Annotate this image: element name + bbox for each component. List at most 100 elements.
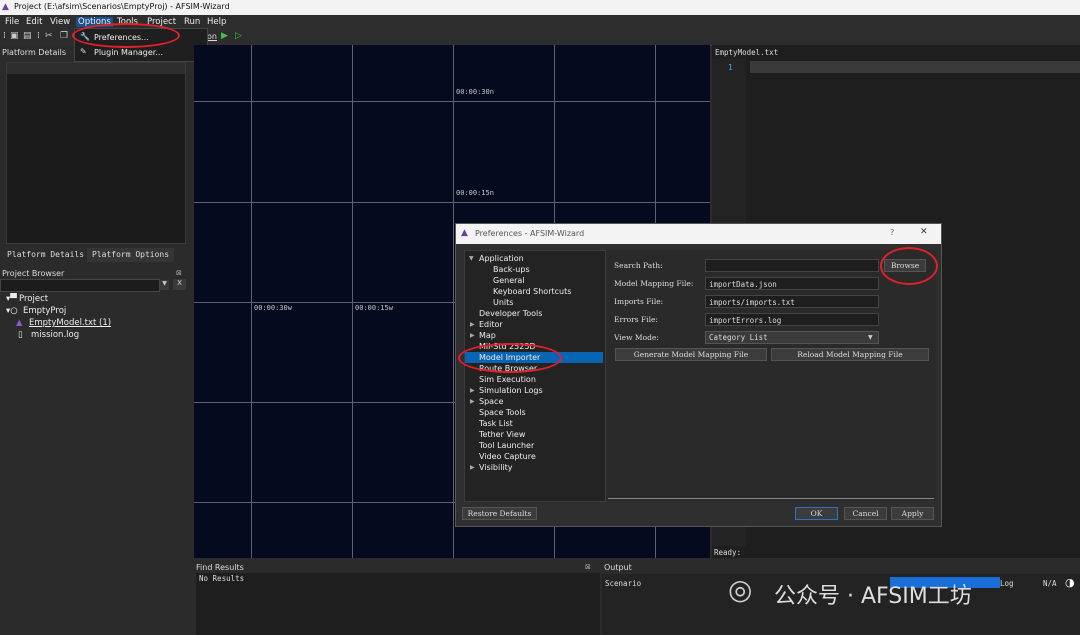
run-target-label[interactable]: on (207, 32, 217, 41)
model-mapping-input[interactable]: importData.json (705, 277, 879, 290)
editor-filename-tab[interactable]: EmptyModel.txt (715, 48, 778, 57)
line-number: 1 (728, 63, 733, 72)
apply-button[interactable]: Apply (891, 507, 934, 520)
menu-view[interactable]: View (50, 17, 70, 27)
tree-item-simulation-logs[interactable]: Simulation Logs (479, 386, 543, 395)
output-tab-scenario[interactable]: Scenario (605, 579, 641, 588)
map-grid-line (194, 202, 710, 203)
collapsed-arrow-icon[interactable]: ▶ (470, 332, 475, 339)
imports-file-label: Imports File: (614, 297, 664, 306)
platform-tabs: Platform Details Platform Options (0, 248, 192, 262)
annotation-circle-preferences (72, 23, 180, 48)
imports-file-input[interactable]: imports/imports.txt (705, 295, 879, 308)
tree-item-backups[interactable]: Back-ups (493, 265, 530, 274)
tab-platform-options[interactable]: Platform Options (87, 248, 175, 262)
dialog-title-bar: ▲ Preferences - AFSIM-Wizard ? ✕ (456, 224, 941, 244)
app-wizard-icon: ▲ (2, 2, 9, 12)
tree-item-task-list[interactable]: Task List (479, 419, 513, 428)
menu-item-plugin-manager[interactable]: Plugin Manager... (94, 48, 163, 57)
map-label-lon-15w: 00:00:15w (355, 304, 393, 312)
tree-item-developer-tools[interactable]: Developer Tools (479, 309, 542, 318)
tree-item-video-capture[interactable]: Video Capture (479, 452, 536, 461)
panel-float-icon[interactable]: ⊠ (176, 269, 182, 277)
dialog-title: Preferences - AFSIM-Wizard (475, 229, 585, 238)
tree-item-units[interactable]: Units (493, 298, 513, 307)
editor-current-line[interactable] (750, 61, 1080, 73)
editor-status: Ready: (714, 548, 742, 557)
collapsed-arrow-icon[interactable]: ▶ (470, 321, 475, 328)
dialog-help-button[interactable]: ? (890, 228, 894, 237)
run-icon[interactable]: ▶ (221, 31, 231, 41)
save-all-icon[interactable]: ▤ (23, 31, 33, 41)
search-path-input[interactable] (705, 259, 879, 272)
project-circle-icon: ▾○ (6, 306, 18, 316)
collapsed-arrow-icon[interactable]: ▶ (470, 398, 475, 405)
map-label-lon-30w: 00:00:30w (254, 304, 292, 312)
find-results-empty: No Results (199, 574, 245, 583)
menu-help[interactable]: Help (207, 17, 226, 27)
tree-item-tool-launcher[interactable]: Tool Launcher (479, 441, 534, 450)
save-icon[interactable]: ▣ (10, 31, 20, 41)
panel-float-icon[interactable]: ⊠ (585, 563, 591, 571)
project-filter-input[interactable] (0, 279, 160, 292)
tree-item-application[interactable]: Application (479, 254, 524, 263)
find-results-title: Find Results (196, 563, 244, 572)
preferences-category-tree: ▼ Application Back-ups General Keyboard … (464, 250, 606, 502)
output-title: Output (604, 563, 632, 572)
tree-item-visibility[interactable]: Visibility (479, 463, 513, 472)
tree-item-sim-execution[interactable]: Sim Execution (479, 375, 536, 384)
tree-item-editor[interactable]: Editor (479, 320, 503, 329)
document-file-icon: ▯ (18, 330, 23, 340)
ok-button[interactable]: OK (795, 507, 838, 520)
annotation-circle-browse (880, 247, 938, 285)
restore-defaults-button[interactable]: Restore Defaults (462, 507, 537, 520)
tree-item-map[interactable]: Map (479, 331, 496, 340)
errors-file-label: Errors File: (614, 315, 658, 324)
watermark: ◎ 公众号 · AFSIM工坊 (728, 572, 1028, 612)
cancel-button[interactable]: Cancel (844, 507, 887, 520)
map-grid-line (194, 101, 710, 102)
left-dock-panel: Platform Details Platform Details Platfo… (0, 45, 192, 635)
annotation-circle-model-importer (458, 343, 562, 373)
collapsed-arrow-icon[interactable]: ▶ (470, 387, 475, 394)
generate-mapping-button[interactable]: Generate Model Mapping File (615, 348, 767, 361)
tree-item-tether-view[interactable]: Tether View (479, 430, 525, 439)
wizard-file-icon: ▲ (16, 318, 23, 328)
collapsed-arrow-icon[interactable]: ▶ (470, 464, 475, 471)
tree-project-root[interactable]: Project (19, 294, 48, 304)
dialog-close-button[interactable]: ✕ (920, 227, 928, 237)
map-label-lat-15n: 00:00:15n (456, 189, 494, 197)
tree-item-space[interactable]: Space (479, 397, 503, 406)
settings-divider (608, 498, 934, 499)
tree-item-keyboard-shortcuts[interactable]: Keyboard Shortcuts (493, 287, 571, 296)
tree-file-missionlog[interactable]: mission.log (31, 330, 79, 340)
expand-arrow-icon[interactable]: ▼ (469, 255, 474, 262)
filter-dropdown-icon[interactable]: ▼ (160, 280, 169, 290)
output-status-icon: ◑ (1065, 576, 1075, 589)
plugin-icon: ✎ (80, 47, 87, 56)
project-browser-title: Project Browser (2, 269, 65, 278)
preferences-dialog: ▲ Preferences - AFSIM-Wizard ? ✕ ▼ Appli… (455, 223, 942, 527)
menu-file[interactable]: File (5, 17, 19, 27)
menu-run[interactable]: Run (184, 17, 200, 27)
view-mode-select[interactable]: Category List ▼ (705, 331, 879, 344)
tree-item-space-tools[interactable]: Space Tools (479, 408, 526, 417)
chevron-down-icon: ▼ (868, 334, 873, 341)
tree-emptyproj[interactable]: EmptyProj (23, 306, 66, 316)
watermark-text: 公众号 · AFSIM工坊 (774, 584, 972, 609)
map-label-lat-30n: 00:00:30n (456, 88, 494, 96)
cut-icon[interactable]: ✂ (45, 31, 55, 41)
project-folder-icon: ▾▀ (6, 294, 17, 304)
filter-clear-button[interactable]: X (173, 279, 186, 290)
tree-file-emptymodel[interactable]: EmptyModel.txt (1) (29, 318, 111, 328)
run-outline-icon[interactable]: ▷ (235, 31, 245, 41)
model-mapping-label: Model Mapping File: (614, 279, 694, 288)
menu-edit[interactable]: Edit (26, 17, 42, 27)
errors-file-input[interactable]: importErrors.log (705, 313, 879, 326)
reload-mapping-button[interactable]: Reload Model Mapping File (771, 348, 929, 361)
tree-item-general[interactable]: General (493, 276, 525, 285)
find-results-panel: Find Results ⊠ No Results (194, 560, 600, 635)
copy-icon[interactable]: ❐ (60, 31, 70, 41)
platform-details-title: Platform Details (2, 48, 67, 57)
tab-platform-details[interactable]: Platform Details (2, 248, 90, 262)
